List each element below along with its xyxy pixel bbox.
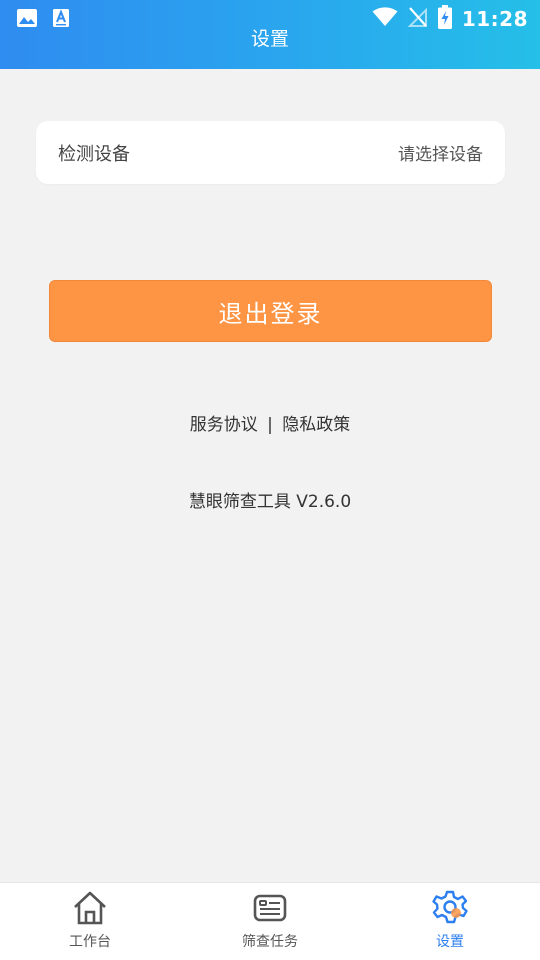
privacy-policy-link[interactable]: 隐私政策 <box>282 415 350 435</box>
tab-label: 工作台 <box>69 934 111 950</box>
app-version: 慧眼筛查工具 V2.6.0 <box>188 492 352 512</box>
detection-device-row[interactable]: 检测设备 请选择设备 <box>36 121 505 184</box>
select-device-value[interactable]: 请选择设备 <box>398 140 483 165</box>
logout-button[interactable]: 退出登录 <box>49 280 492 342</box>
detection-device-label: 检测设备 <box>58 143 130 165</box>
tab-screening-tasks[interactable]: 筛查任务 <box>180 883 360 960</box>
links-separator: | <box>267 415 273 435</box>
tab-settings[interactable]: 设置 <box>360 883 540 960</box>
service-agreement-link[interactable]: 服务协议 <box>190 415 258 435</box>
tab-label: 设置 <box>436 934 464 950</box>
tab-workbench[interactable]: 工作台 <box>0 883 180 960</box>
page-title: 设置 <box>250 28 289 50</box>
task-icon <box>251 889 289 927</box>
tab-label: 筛查任务 <box>242 934 298 950</box>
app-header: 11:28 设置 <box>0 0 540 69</box>
bottom-tab-bar: 工作台 筛查任务 设置 <box>0 882 540 960</box>
home-icon <box>71 889 109 927</box>
policy-links: 服务协议 | 隐私政策 <box>0 410 540 435</box>
gear-icon <box>431 889 469 927</box>
